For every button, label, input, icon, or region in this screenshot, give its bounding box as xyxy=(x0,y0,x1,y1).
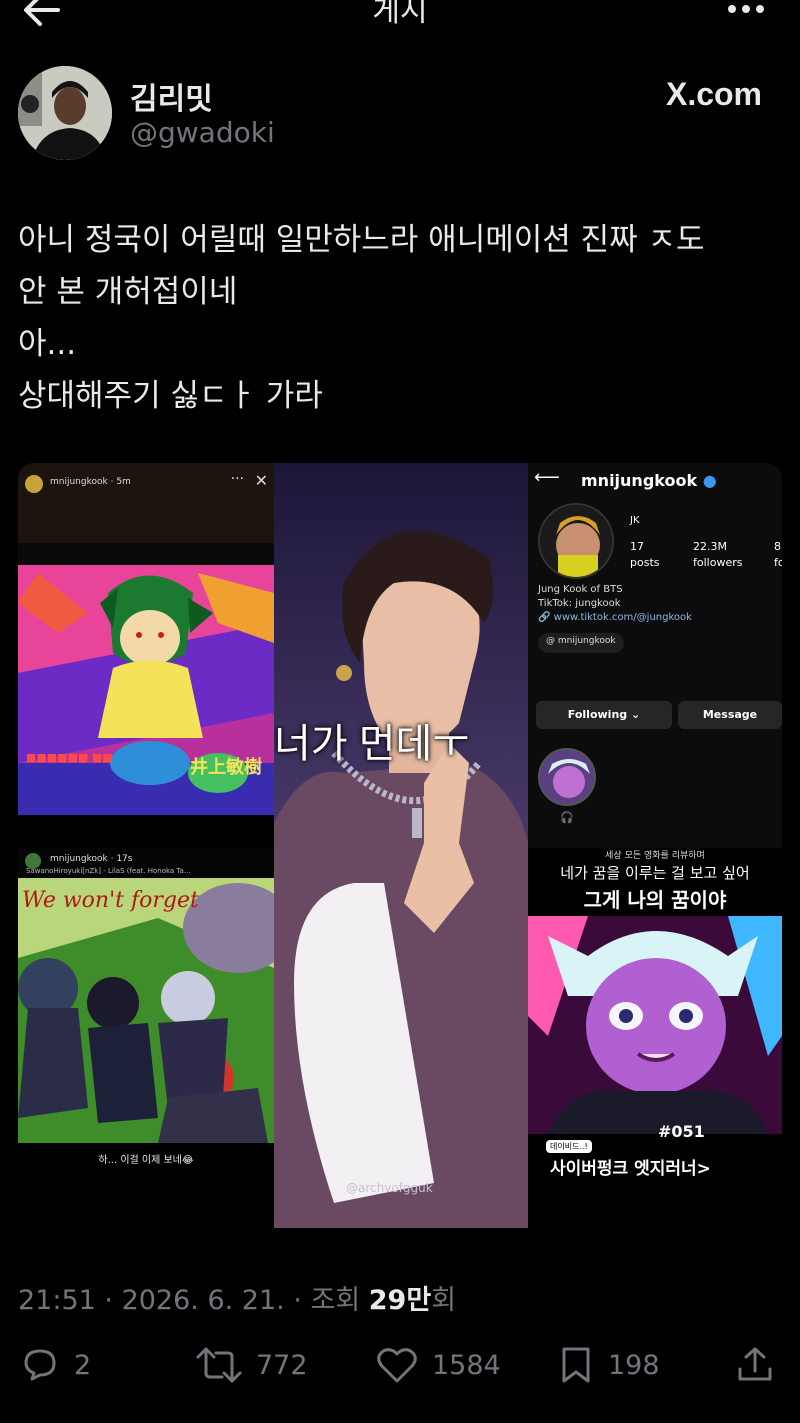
avatar-photo xyxy=(18,66,112,160)
source-watermark: X.com xyxy=(665,76,762,112)
svg-text:■■■■■■ ■■: ■■■■■■ ■■ xyxy=(26,751,113,764)
like-button[interactable]: 1584 xyxy=(376,1340,501,1390)
tweet-time[interactable]: 21:51 xyxy=(18,1285,96,1316)
review-tag: 데이비드..! xyxy=(546,1140,592,1153)
retweet-count: 772 xyxy=(256,1349,308,1381)
headphone-icon: 🎧 xyxy=(560,811,574,824)
review-title: 사이버펑크 엣지러너> xyxy=(550,1159,711,1178)
review-card: 세상 모든 영화를 리뷰하며 네가 꿈을 이루는 걸 보고 싶어 그게 나의 꿈… xyxy=(528,848,782,1178)
bookmark-button[interactable]: 198 xyxy=(558,1340,660,1390)
threads-badge: @ mnijungkook xyxy=(538,633,624,653)
bookmark-count: 198 xyxy=(608,1349,660,1381)
tweet-line: 아... xyxy=(18,326,77,362)
following-button: Following ⌄ xyxy=(536,701,672,729)
tweet-date[interactable]: 2026. 6. 21. xyxy=(122,1285,285,1316)
portrait-image xyxy=(274,463,528,1228)
instagram-profile-screenshot: ⟵ mnijungkook ● JK 17 posts 22.3M follower… xyxy=(528,463,782,848)
anime-script-text: We won't forget xyxy=(22,888,199,913)
anime-caption: 井上敏樹 xyxy=(190,757,262,778)
tweet-actions: 2 772 1584 198 xyxy=(0,1340,800,1390)
story-user: mnijungkook · 5m xyxy=(50,477,131,487)
author-avatar[interactable] xyxy=(18,66,112,160)
retweet-icon xyxy=(196,1347,242,1383)
profile-avatar xyxy=(538,503,614,579)
following-count: 8 fo xyxy=(774,540,782,569)
share-button[interactable] xyxy=(736,1340,774,1390)
review-line-1: 네가 꿈을 이루는 걸 보고 싶어 xyxy=(560,864,750,882)
views-count[interactable]: 29만 xyxy=(369,1285,431,1316)
author-name[interactable]: 김리밋 xyxy=(130,74,213,118)
message-button: Message xyxy=(678,701,782,729)
story-caption: 하... 이걸 이제 보네😂 xyxy=(98,1155,194,1166)
story-close-icon: ✕ xyxy=(254,471,268,490)
tweet-line: 안 본 개허접이네 xyxy=(18,274,238,310)
tweet-author: 김리밋 @gwadoki X.com xyxy=(18,66,782,166)
review-line-2: 그게 나의 꿈이야 xyxy=(583,888,727,912)
like-count: 1584 xyxy=(432,1349,501,1381)
share-icon xyxy=(738,1347,772,1381)
story-image-1: ■■■■■■ ■■ xyxy=(18,463,274,848)
more-options-button[interactable] xyxy=(726,0,766,24)
followers-count: 22.3M followers xyxy=(693,540,743,569)
top-bar: 게시 xyxy=(0,0,800,40)
review-small-text: 세상 모든 영화를 리뷰하며 xyxy=(605,851,705,861)
more-dots-icon xyxy=(728,5,764,13)
tweet-line: 상대해주기 싫ㄷㅏ 가라 xyxy=(18,378,323,414)
reply-count: 2 xyxy=(74,1349,92,1381)
profile-username: mnijungkook ● xyxy=(581,471,717,490)
story-more-icon: ··· xyxy=(230,471,244,487)
page-title: 게시 xyxy=(372,0,428,29)
profile-bio: Jung Kook of BTS TikTok: jungkook xyxy=(538,584,623,609)
highlight-circle xyxy=(538,748,596,806)
heart-icon xyxy=(377,1348,417,1383)
retweet-button[interactable]: 772 xyxy=(196,1340,308,1390)
bookmark-icon xyxy=(562,1347,590,1383)
profile-link: 🔗 www.tiktok.com/@jungkook xyxy=(538,612,692,623)
views-unit: 회 xyxy=(431,1285,457,1316)
photo-watermark: @archvofgguk xyxy=(346,1181,433,1195)
reply-button[interactable]: 2 xyxy=(20,1340,91,1390)
story-user-2: mnijungkook · 17s xyxy=(50,854,133,864)
story-screenshot-2: mnijungkook · 17s SawanoHiroyuki[nZk] - … xyxy=(18,848,274,1178)
review-number: #051 xyxy=(658,1122,705,1141)
story-music: SawanoHiroyuki[nZk] - LilaS (feat. Honok… xyxy=(26,867,191,875)
center-photo: 너가 먼데ㅜ @archvofgguk xyxy=(274,463,528,1228)
overlay-caption: 너가 먼데ㅜ xyxy=(274,722,470,766)
author-handle[interactable]: @gwadoki xyxy=(130,116,275,149)
posts-count: 17 posts xyxy=(630,540,660,569)
tweet-media[interactable]: ■■■■■■ ■■ mnijungkook · 5m ··· ✕ 井上敏樹 mn… xyxy=(18,463,782,1228)
back-arrow-icon: ⟵ xyxy=(534,467,560,488)
tweet-line: 아니 정국이 어릴때 일만하느라 애니메이션 진짜 ㅈ도 xyxy=(18,222,705,258)
tweet-text: 아니 정국이 어릴때 일만하느라 애니메이션 진짜 ㅈ도 안 본 개허접이네 아… xyxy=(18,214,788,422)
tweet-meta: 21:51 · 2026. 6. 21. · 조회 29만회 xyxy=(18,1285,457,1316)
review-image xyxy=(528,916,782,1134)
views-label: 조회 xyxy=(310,1285,361,1316)
story-screenshot-1: ■■■■■■ ■■ mnijungkook · 5m ··· ✕ 井上敏樹 xyxy=(18,463,274,848)
profile-name: JK xyxy=(630,515,640,526)
reply-icon xyxy=(24,1349,56,1381)
